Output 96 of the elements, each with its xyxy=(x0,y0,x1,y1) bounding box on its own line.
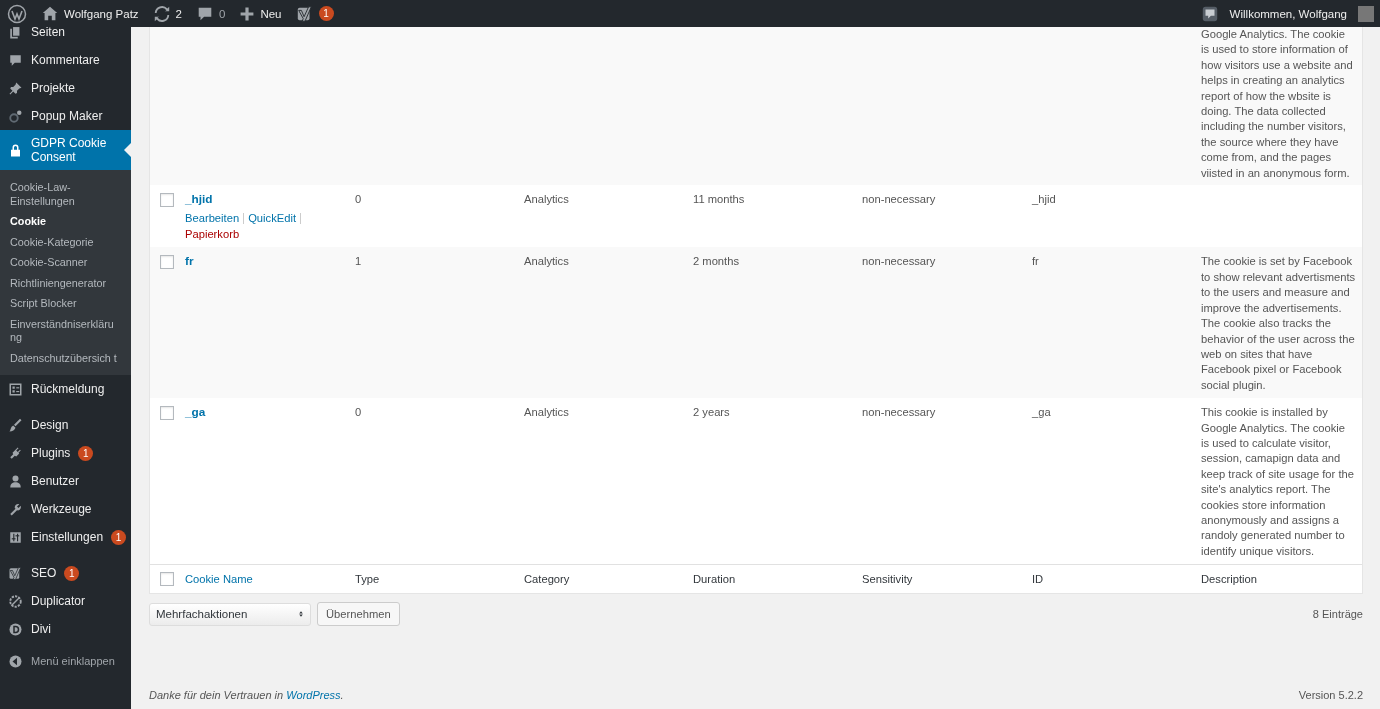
menu-item[interactable]: Design xyxy=(0,411,131,439)
column-header: Sensitivity xyxy=(862,573,913,586)
bulk-actions-select[interactable]: Mehrfachaktionen xyxy=(149,602,311,626)
checkbox[interactable] xyxy=(160,406,174,421)
submenu-item[interactable]: Script Blocker xyxy=(0,294,131,315)
menu-item[interactable]: Kommentare xyxy=(0,46,131,74)
table-cell: fr xyxy=(1032,255,1039,268)
edit-link[interactable]: QuickEdit xyxy=(248,210,296,227)
cookie-title-link[interactable]: _ga xyxy=(185,405,206,420)
dashed-circle-icon xyxy=(8,593,23,609)
submenu-item[interactable]: Richtliniengenerator xyxy=(0,273,131,294)
apply-button[interactable]: Übernehmen xyxy=(317,602,400,627)
description-text: Google Analytics. The cookie is used to store information of how visitors use a website and helps in creating an analytics report of how the wbsite is doing. The data collected including the number visitors, the source where they have come from, and the pages viisted in an anonymous form. xyxy=(1201,28,1353,179)
form-icon xyxy=(8,381,23,397)
seo-menu-button[interactable]: 1 xyxy=(288,0,341,27)
item-count: 8 Einträge xyxy=(1312,608,1363,621)
brush-icon xyxy=(8,417,23,433)
checkbox[interactable] xyxy=(160,255,174,270)
menu-item[interactable]: Divi xyxy=(0,615,131,643)
notification-badge: 1 xyxy=(111,529,127,545)
description-text: This cookie is installed by Google Analytics. The cookie is used to calculate visitor, session, camapign data and keep track of site usage for the site's analytics report. The cookies store information anonymously and assigns a randoly generated number to identify unique visitors. xyxy=(1201,406,1354,557)
column-header: Type xyxy=(355,573,380,586)
updates-link[interactable]: 2 xyxy=(145,0,189,27)
account-link[interactable]: Willkommen, Wolfgang xyxy=(1222,0,1354,27)
lock-icon xyxy=(8,142,23,158)
menu-item[interactable]: Rückmeldung xyxy=(0,375,131,403)
plus-icon xyxy=(239,5,256,22)
letter-y-icon xyxy=(295,4,314,23)
submenu-item[interactable]: Cookie-Law-Einstellungen xyxy=(0,178,131,212)
column-header: Description xyxy=(1201,573,1257,586)
footer-thanks-text: Danke für dein Vertrauen in WordPress. xyxy=(149,689,344,701)
menu-item[interactable]: Projekte xyxy=(0,74,131,102)
wordpress-logo-icon xyxy=(7,3,27,24)
left-arrow-circle-icon xyxy=(8,653,23,669)
collapse-menu-button[interactable]: Menü einklappen xyxy=(0,647,131,675)
table-cell: non-necessary xyxy=(862,193,936,206)
edit-link[interactable]: Bearbeiten xyxy=(185,210,240,227)
avatar xyxy=(1358,5,1374,22)
menu-item[interactable]: GDPR Cookie Consent xyxy=(0,130,131,170)
menu-item[interactable]: Duplicator xyxy=(0,587,131,615)
refresh-icon xyxy=(152,4,171,23)
submenu-item[interactable]: Datenschutzübersich t xyxy=(0,348,131,369)
notification-badge: 1 xyxy=(64,565,80,581)
submenu-item[interactable]: Cookie-Kategorie xyxy=(0,232,131,253)
pin-icon xyxy=(8,80,23,96)
home-icon xyxy=(41,4,59,23)
notification-badge: 1 xyxy=(318,6,334,21)
table-cell: _hjid xyxy=(1032,193,1056,206)
submenu-item[interactable]: Cookie-Scanner xyxy=(0,253,131,274)
table-cell: 0 xyxy=(355,193,362,206)
chat-icon xyxy=(1200,4,1219,23)
current-item-pointer xyxy=(124,143,131,157)
letter-y-icon xyxy=(8,565,23,581)
column-header: Duration xyxy=(693,573,736,586)
menu-item[interactable]: Seiten xyxy=(0,27,131,46)
table-cell: 2 years xyxy=(693,406,730,419)
version-text: Version 5.2.2 xyxy=(1298,689,1363,701)
submenu-item[interactable]: Einverständniserkläru ng xyxy=(0,314,131,349)
table-cell: _ga xyxy=(1032,406,1051,419)
checkbox[interactable] xyxy=(160,572,174,587)
new-link[interactable]: Neu xyxy=(232,0,289,27)
checkbox[interactable] xyxy=(160,193,174,208)
table-cell: 1 xyxy=(355,255,362,268)
table-cell: non-necessary xyxy=(862,406,936,419)
table-cell: Analytics xyxy=(524,193,569,206)
table-cell: 0 xyxy=(355,406,362,419)
column-header: Category xyxy=(524,573,570,586)
user-icon xyxy=(8,473,23,489)
gear-icon xyxy=(8,108,23,124)
description-text: The cookie is set by Facebook to show relevant advertisments to the users and measure and improve the advertisements. The cookie also tracks the behavior of the user across the web on sites that have Facebook pixel or Facebook social plugin. xyxy=(1201,255,1356,391)
submenu-item[interactable]: Cookie xyxy=(0,212,131,233)
table-cell: 11 months xyxy=(693,193,745,206)
sort-column-link[interactable]: Cookie Name xyxy=(185,573,253,586)
plug-icon xyxy=(8,445,23,461)
table-cell: Analytics xyxy=(524,255,569,268)
notification-badge: 1 xyxy=(78,445,94,461)
table-cell: 2 months xyxy=(693,255,740,268)
column-header: ID xyxy=(1032,573,1044,586)
wordpress-link[interactable]: WordPress xyxy=(286,689,341,701)
menu-item[interactable]: Plugins 1 xyxy=(0,439,131,467)
menu-item[interactable]: Einstellungen 1 xyxy=(0,523,131,551)
cookie-title-link[interactable]: fr xyxy=(185,254,194,269)
table-cell: Analytics xyxy=(524,406,569,419)
cookie-title-link[interactable]: _hjid xyxy=(185,192,213,207)
menu-item[interactable]: SEO 1 xyxy=(0,559,131,587)
sliders-icon xyxy=(8,529,23,545)
letter-d-icon xyxy=(8,621,23,637)
table-cell: non-necessary xyxy=(862,255,936,268)
menu-item[interactable]: Popup Maker xyxy=(0,102,131,130)
site-name-link[interactable]: Wolfgang Patz xyxy=(34,0,146,27)
wrench-icon xyxy=(8,501,23,517)
menu-item[interactable]: Werkzeuge xyxy=(0,495,131,523)
trash-link[interactable]: Papierkorb xyxy=(185,226,240,243)
menu-item[interactable]: Benutzer xyxy=(0,467,131,495)
comments-link[interactable]: 0 xyxy=(189,0,233,27)
speech-bubble-icon xyxy=(8,52,23,68)
